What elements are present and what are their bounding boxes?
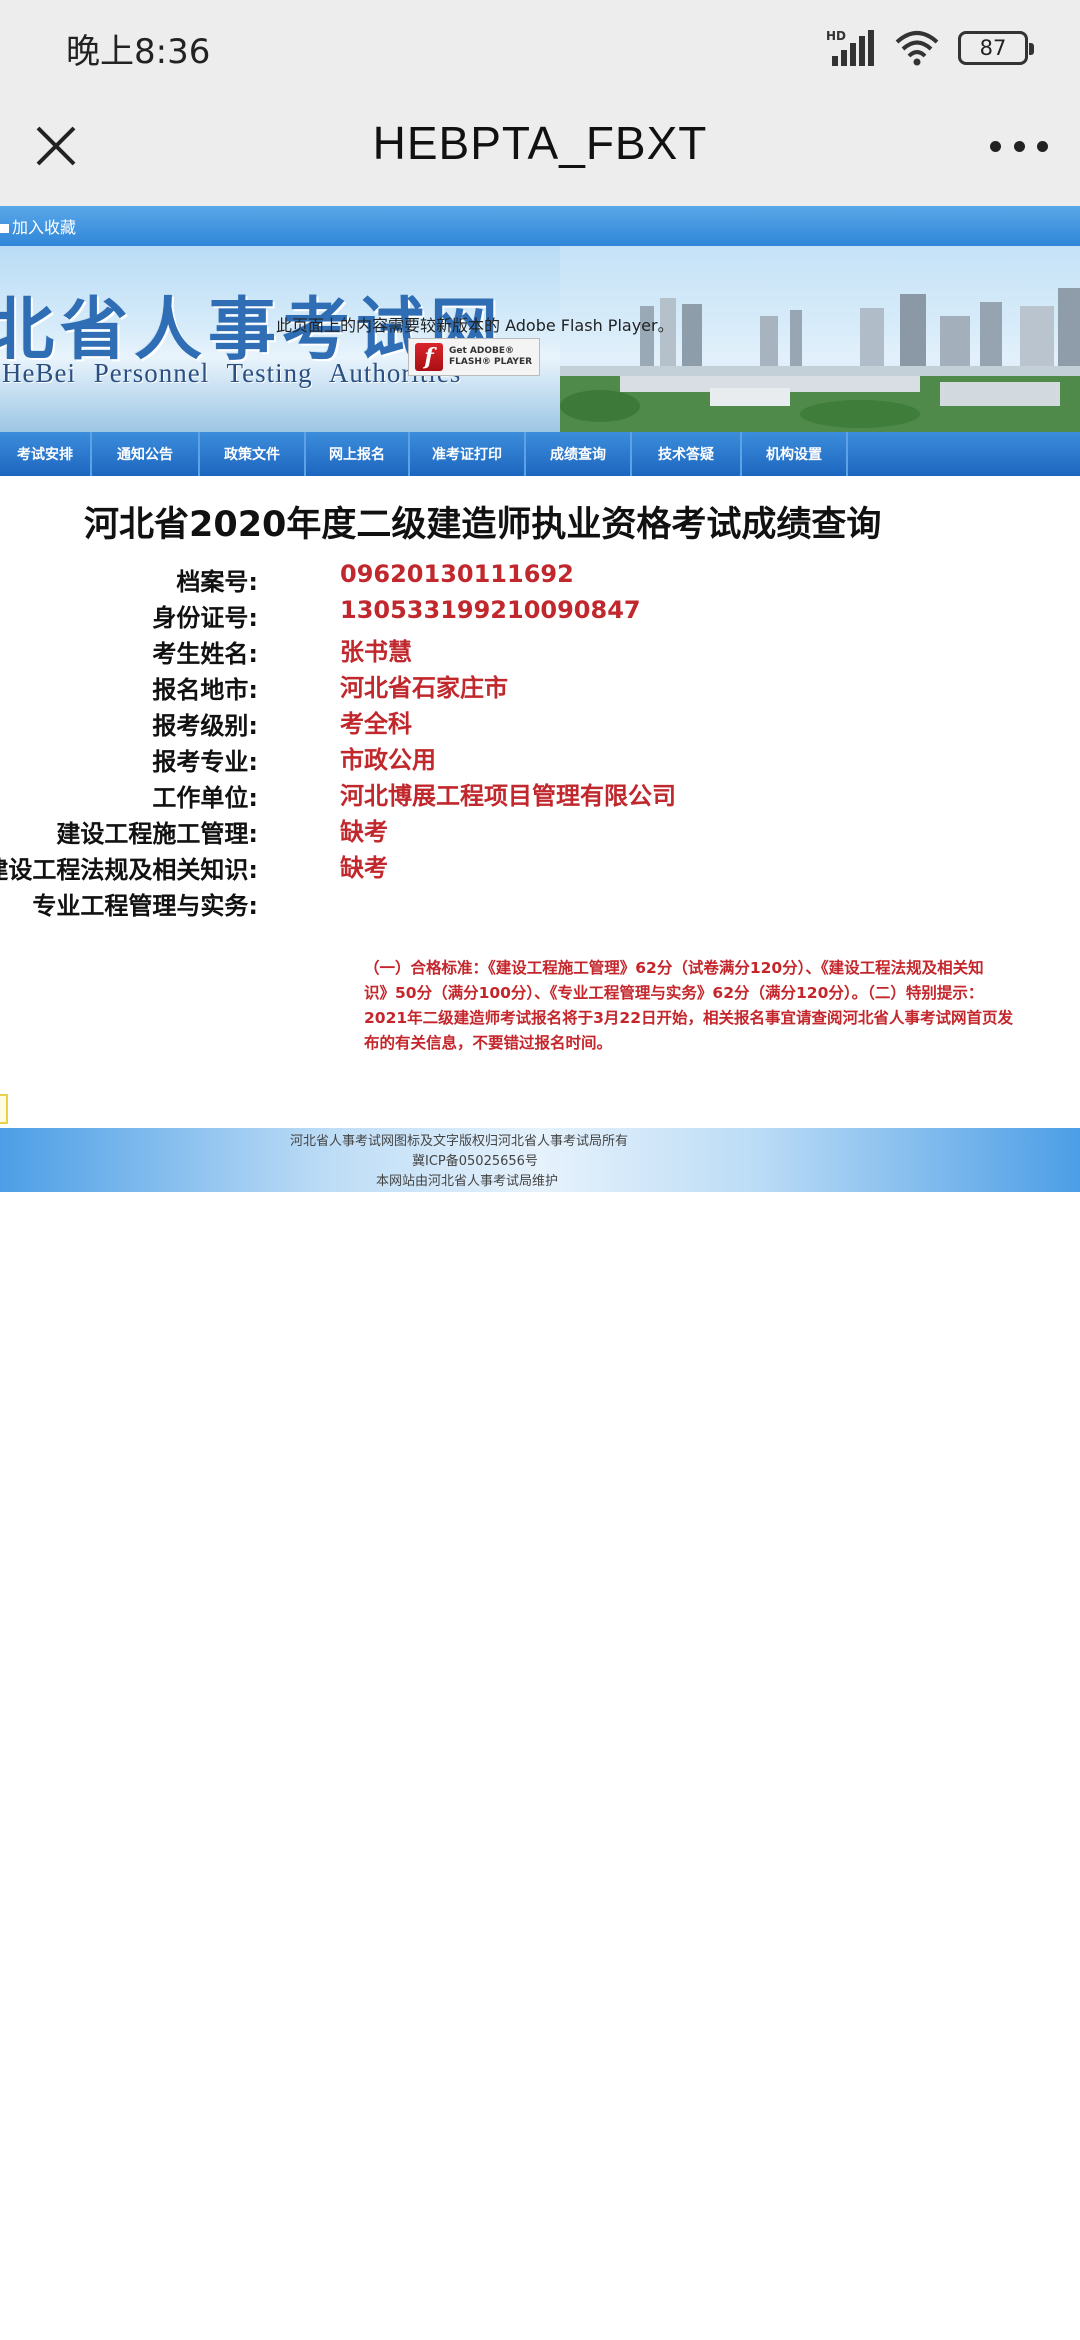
battery-icon: 87 xyxy=(958,31,1034,65)
footer-maintainer: 本网站由河北省人事考试局维护 xyxy=(376,1174,559,1189)
main-nav: 考试安排 通知公告 政策文件 网上报名 准考证打印 成绩查询 技术答疑 机构设置 xyxy=(0,432,1080,476)
field-value: 130533199210090847 xyxy=(340,596,641,624)
field-label: 报考专业: xyxy=(152,748,258,776)
more-icon[interactable] xyxy=(984,116,1054,176)
floating-widget[interactable] xyxy=(0,1094,8,1124)
note-line: （一）合格标准：《建设工程施工管理》62分（试卷满分120分）、《建设工程法规及… xyxy=(364,959,984,977)
add-favorite-link[interactable]: 加入收藏 xyxy=(0,214,76,238)
nav-policies[interactable]: 政策文件 xyxy=(200,432,306,476)
field-value: 缺考 xyxy=(340,818,388,846)
flash-button-line1: Get ADOBE® xyxy=(449,346,515,356)
field-label: 报考级别: xyxy=(152,712,258,740)
note-line: 识》50分（满分100分）、《专业工程管理与实务》62分（满分120分）。（二）… xyxy=(364,984,984,1002)
flash-button-line2: FLASH® PLAYER xyxy=(449,357,533,367)
field-row: 报名地市: 河北省石家庄市 xyxy=(0,666,1000,704)
nav-notices[interactable]: 通知公告 xyxy=(92,432,200,476)
nav-online-registration[interactable]: 网上报名 xyxy=(306,432,410,476)
battery-level: 87 xyxy=(979,36,1007,60)
field-value: 09620130111692 xyxy=(340,560,574,588)
field-label: 身份证号: xyxy=(152,604,258,632)
field-row: 报考专业: 市政公用 xyxy=(0,738,1000,776)
webview: 加入收藏 北省人事考试网 HeBei Personnel Testing Aut… xyxy=(0,206,1080,2340)
field-value: 缺考 xyxy=(340,854,388,882)
favorites-bar: 加入收藏 xyxy=(0,206,1080,246)
nav-score-query[interactable]: 成绩查询 xyxy=(526,432,632,476)
note-line: 布的有关信息，不要错过报名时间。 xyxy=(364,1034,613,1052)
field-row: 工作单位: 河北博展工程项目管理有限公司 xyxy=(0,774,1000,812)
field-value: 河北省石家庄市 xyxy=(340,674,508,702)
field-label: 考生姓名: xyxy=(152,640,258,668)
footer-icp[interactable]: 冀ICP备05025656号 xyxy=(412,1150,538,1169)
site-footer: 河北省人事考试网图标及文字版权归河北省人事考试局所有 冀ICP备05025656… xyxy=(0,1128,1080,1192)
field-value: 河北博展工程项目管理有限公司 xyxy=(340,782,676,810)
status-time: 晚上8:36 xyxy=(66,32,211,72)
field-row: 专业工程管理与实务: xyxy=(0,882,1000,920)
status-bar: 晚上8:36 HD 87 xyxy=(0,0,1080,92)
wifi-icon xyxy=(894,28,940,68)
site-banner: 北省人事考试网 HeBei Personnel Testing Authorit… xyxy=(0,246,1080,432)
footer-copyright: 河北省人事考试网图标及文字版权归河北省人事考试局所有 xyxy=(290,1134,629,1149)
query-title: 河北省2020年度二级建造师执业资格考试成绩查询 xyxy=(84,505,882,545)
field-label: 工作单位: xyxy=(152,784,258,812)
field-row: 考生姓名: 张书慧 xyxy=(0,630,1000,668)
field-label: 报名地市: xyxy=(152,676,258,704)
nav-tech-support[interactable]: 技术答疑 xyxy=(632,432,742,476)
field-label: 建设工程法规及相关知识: xyxy=(0,856,258,884)
field-label: 专业工程管理与实务: xyxy=(32,892,258,920)
note-line: 2021年二级建造师考试报名将于3月22日开始，相关报名事宜请查阅河北省人事考试… xyxy=(364,1009,1013,1027)
field-label: 档案号: xyxy=(176,568,258,596)
nav-organization[interactable]: 机构设置 xyxy=(742,432,848,476)
get-flash-button[interactable]: f Get ADOBE® FLASH® PLAYER xyxy=(408,338,540,376)
field-row: 建设工程施工管理: 缺考 xyxy=(0,810,1000,848)
flash-icon: f xyxy=(415,343,443,371)
field-row: 建设工程法规及相关知识: 缺考 xyxy=(0,846,1000,884)
city-skyline-image xyxy=(560,246,1080,432)
signal-icon: HD xyxy=(826,28,876,68)
field-row: 档案号: 09620130111692 xyxy=(0,558,1000,596)
field-label: 建设工程施工管理: xyxy=(56,820,258,848)
field-row: 报考级别: 考全科 xyxy=(0,702,1000,740)
nav-filler xyxy=(848,432,1080,476)
field-value: 考全科 xyxy=(340,710,412,738)
field-row: 身份证号: 130533199210090847 xyxy=(0,594,1000,632)
signal-hd-label: HD xyxy=(826,29,846,43)
field-value: 张书慧 xyxy=(340,638,412,666)
nav-admission-ticket[interactable]: 准考证打印 xyxy=(410,432,526,476)
title-bar: HEBPTA_FBXT xyxy=(0,92,1080,206)
status-icons: HD 87 xyxy=(826,26,1034,70)
flash-message: 此页面上的内容需要较新版本的 Adobe Flash Player。 xyxy=(276,316,674,335)
page-title: HEBPTA_FBXT xyxy=(372,117,708,169)
site-title-en: HeBei Personnel Testing Authorities xyxy=(2,358,462,388)
nav-exam-schedule[interactable]: 考试安排 xyxy=(0,432,92,476)
qualification-note: （一）合格标准：《建设工程施工管理》62分（试卷满分120分）、《建设工程法规及… xyxy=(364,956,1064,1056)
field-value: 市政公用 xyxy=(340,746,436,774)
